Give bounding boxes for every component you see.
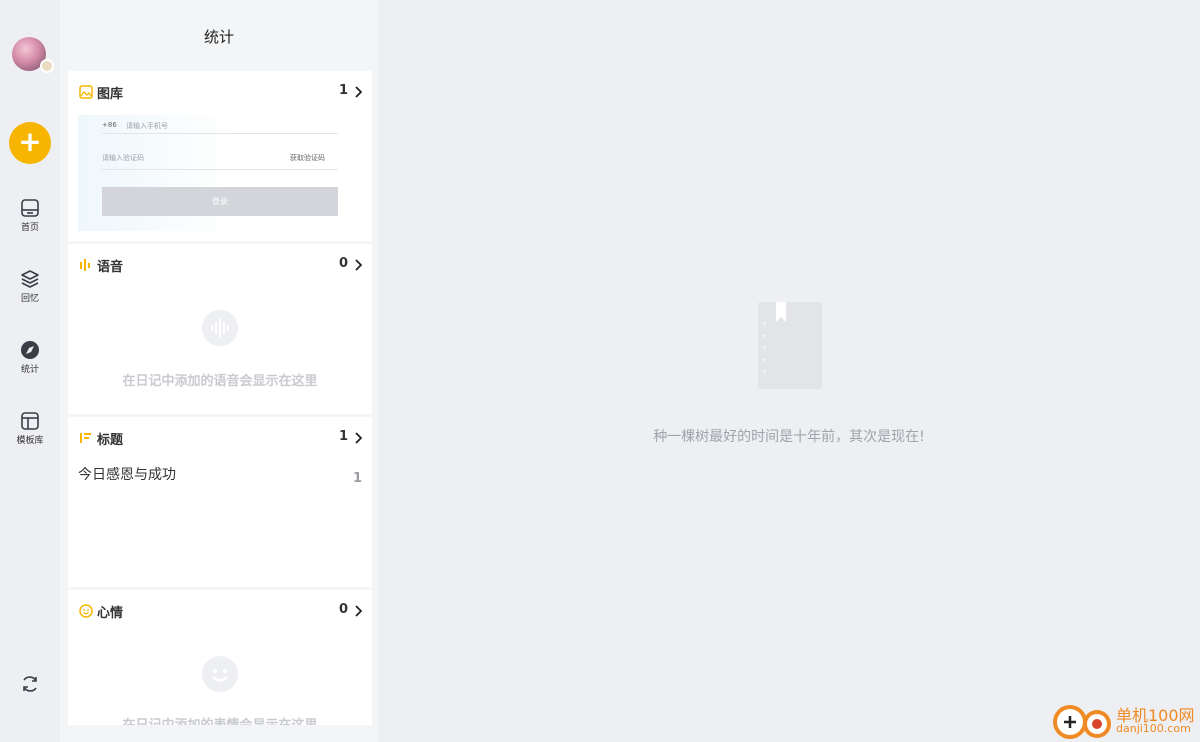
voice-title: 语音 (97, 260, 124, 275)
gallery-card[interactable]: 图库 1 +86 请输入手机号 请输入验证码 获取验证码 登录 (68, 71, 372, 241)
heading-item-label: 今日感恩与成功 (78, 467, 176, 483)
headings-title: 标题 (97, 433, 124, 448)
notebook-dot (763, 358, 766, 361)
nav-label-memories: 回忆 (20, 294, 39, 304)
heading-icon (80, 433, 91, 443)
thumb-divider (102, 133, 338, 134)
thumb-get-code: 获取验证码 (290, 154, 325, 162)
notebook-dot (763, 346, 766, 349)
home-icon (21, 199, 39, 217)
chevron-right-icon (355, 432, 362, 444)
heading-item-count: 1 (352, 471, 362, 486)
nav-label-stats: 统计 (20, 365, 39, 375)
image-icon (79, 85, 93, 99)
nav-label-home: 首页 (20, 223, 39, 233)
mood-card[interactable]: 心情 0 在日记中添加的表情会显示在这里 (68, 590, 372, 725)
headings-card-header[interactable]: 标题 1 (79, 429, 362, 448)
thumb-login-button: 登录 (102, 187, 338, 216)
thumb-code-placeholder: 请输入验证码 (102, 154, 144, 162)
nav-item-memories[interactable]: 回忆 (0, 269, 60, 304)
voice-card-header[interactable]: 语音 0 (79, 256, 362, 275)
chevron-right-icon (355, 259, 362, 271)
heading-list-item[interactable]: 今日感恩与成功 1 (78, 464, 362, 488)
watermark: 单机100网 danji100.com (1050, 700, 1200, 742)
vip-badge-icon (40, 59, 54, 73)
nav-item-stats[interactable]: 统计 (0, 340, 60, 375)
template-icon (21, 412, 39, 430)
main-content: 种一棵树最好的时间是十年前，其次是现在! (378, 0, 1200, 742)
nav-item-templates[interactable]: 模板库 (0, 411, 60, 446)
nav-label-templates: 模板库 (16, 436, 44, 446)
thumb-phone-placeholder: 请输入手机号 (126, 122, 168, 130)
stats-panel: 统计 图库 1 +86 请输入手机号 请输入验证码 获取验证码 登录 语音 0 … (60, 0, 378, 742)
voice-empty-text: 在日记中添加的语音会显示在这里 (122, 374, 318, 389)
gallery-card-header[interactable]: 图库 1 (79, 83, 362, 102)
layers-icon (21, 270, 39, 288)
nav-rail: + 首页 回忆 统计 模板库 (0, 0, 60, 742)
notebook-icon (758, 302, 822, 389)
mood-title: 心情 (97, 606, 124, 621)
watermark-logo-icon (1053, 705, 1111, 739)
thumb-divider (102, 169, 338, 170)
nav-item-home[interactable]: 首页 (0, 198, 60, 233)
add-entry-button[interactable]: + (9, 122, 51, 164)
sync-icon[interactable] (20, 674, 40, 694)
mood-empty-text: 在日记中添加的表情会显示在这里 (68, 714, 372, 725)
audio-bars-icon (80, 259, 90, 271)
smiley-icon (79, 604, 93, 618)
compass-icon (21, 341, 39, 359)
bookmark-icon (776, 302, 786, 322)
notebook-dot (763, 322, 766, 325)
empty-state-text: 种一棵树最好的时间是十年前，其次是现在! (653, 429, 925, 445)
watermark-en: danji100.com (1116, 722, 1191, 735)
voice-card[interactable]: 语音 0 在日记中添加的语音会显示在这里 (68, 244, 372, 414)
gallery-count: 1 (338, 83, 348, 98)
notebook-dot (763, 370, 766, 373)
mood-card-header[interactable]: 心情 0 (79, 602, 362, 621)
gallery-title: 图库 (97, 87, 124, 102)
headings-count: 1 (338, 429, 348, 444)
thumb-country-code: +86 (102, 121, 117, 129)
voice-count: 0 (338, 256, 348, 271)
chevron-right-icon (355, 605, 362, 617)
headings-card[interactable]: 标题 1 今日感恩与成功 1 (68, 417, 372, 587)
page-title: 统计 (203, 28, 234, 46)
mood-placeholder-icon (202, 656, 238, 692)
mood-count: 0 (338, 602, 348, 617)
voice-placeholder-icon (202, 310, 238, 346)
chevron-right-icon (355, 86, 362, 98)
notebook-dot (763, 334, 766, 337)
gallery-thumbnail[interactable]: +86 请输入手机号 请输入验证码 获取验证码 登录 (78, 115, 340, 231)
